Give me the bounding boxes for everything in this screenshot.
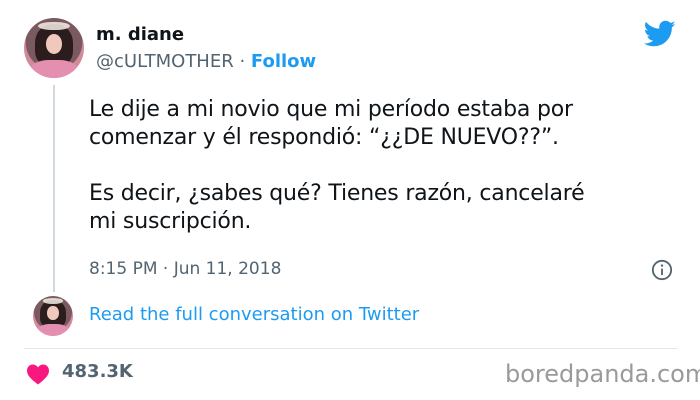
avatar-face <box>47 306 59 320</box>
author-handle-row: @cULTMOTHER · Follow <box>96 51 316 72</box>
conversation-avatar <box>33 296 73 336</box>
read-conversation-link[interactable]: Read the full conversation on Twitter <box>89 304 419 325</box>
divider <box>24 348 678 349</box>
tweet-text: Le dije a mi novio que mi período estaba… <box>89 97 585 234</box>
watermark: boredpanda.com <box>505 360 700 388</box>
handle-separator: · <box>233 51 251 72</box>
follow-button[interactable]: Follow <box>251 51 316 72</box>
tweet-timestamp[interactable]: 8:15 PM · Jun 11, 2018 <box>89 259 281 279</box>
avatar-clothing <box>37 324 69 336</box>
heart-icon[interactable] <box>26 363 50 385</box>
thread-line <box>53 85 55 292</box>
info-icon[interactable] <box>651 259 673 281</box>
avatar-flower-crown <box>42 298 64 304</box>
twitter-bird-icon[interactable] <box>644 20 676 48</box>
author-avatar[interactable] <box>24 18 84 78</box>
author-name[interactable]: m. diane <box>96 24 184 45</box>
like-count[interactable]: 483.3K <box>62 361 133 382</box>
avatar-flower-crown <box>38 21 70 30</box>
author-handle[interactable]: @cULTMOTHER <box>96 51 234 72</box>
avatar-clothing <box>30 60 78 78</box>
